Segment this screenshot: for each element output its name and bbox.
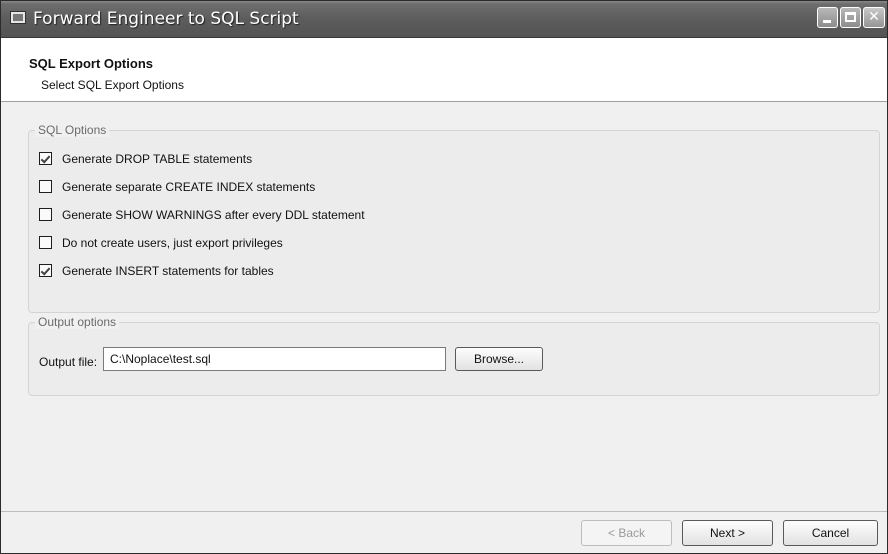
- sql-options-group: SQL Options Generate DROP TABLE statemen…: [28, 123, 880, 313]
- option-label[interactable]: Do not create users, just export privile…: [62, 235, 283, 251]
- option-label[interactable]: Generate separate CREATE INDEX statement…: [62, 179, 315, 195]
- wizard-header: SQL Export Options Select SQL Export Opt…: [1, 38, 887, 102]
- page-subtitle: Select SQL Export Options: [41, 78, 184, 92]
- sql-options-legend: SQL Options: [35, 123, 110, 137]
- next-button[interactable]: Next >: [682, 520, 773, 546]
- insert-statements-checkbox[interactable]: [39, 264, 52, 277]
- output-file-input[interactable]: [103, 347, 446, 371]
- minimize-button[interactable]: [817, 7, 838, 28]
- create-index-checkbox[interactable]: [39, 180, 52, 193]
- browse-button[interactable]: Browse...: [455, 347, 543, 371]
- window-icon: [10, 11, 26, 24]
- maximize-button[interactable]: [840, 7, 861, 28]
- maximize-icon: [845, 12, 856, 22]
- no-users-checkbox[interactable]: [39, 236, 52, 249]
- drop-table-checkbox[interactable]: [39, 152, 52, 165]
- output-options-group: Output options Output file: Browse...: [28, 315, 880, 396]
- option-label[interactable]: Generate INSERT statements for tables: [62, 263, 274, 279]
- show-warnings-checkbox[interactable]: [39, 208, 52, 221]
- close-button[interactable]: ✕: [863, 7, 885, 28]
- cancel-button[interactable]: Cancel: [783, 520, 878, 546]
- output-options-legend: Output options: [35, 315, 120, 329]
- back-button[interactable]: < Back: [581, 520, 672, 546]
- option-label[interactable]: Generate DROP TABLE statements: [62, 151, 252, 167]
- close-icon: ✕: [868, 9, 880, 25]
- title-bar[interactable]: Forward Engineer to SQL Script ✕: [1, 1, 887, 38]
- output-file-label: Output file:: [39, 355, 98, 369]
- page-title: SQL Export Options: [29, 56, 153, 71]
- window-title: Forward Engineer to SQL Script: [33, 9, 299, 29]
- option-label[interactable]: Generate SHOW WARNINGS after every DDL s…: [62, 207, 365, 223]
- footer-divider: [1, 511, 887, 512]
- minimize-icon: [823, 20, 831, 23]
- dialog-window: Forward Engineer to SQL Script ✕ SQL Exp…: [0, 0, 888, 554]
